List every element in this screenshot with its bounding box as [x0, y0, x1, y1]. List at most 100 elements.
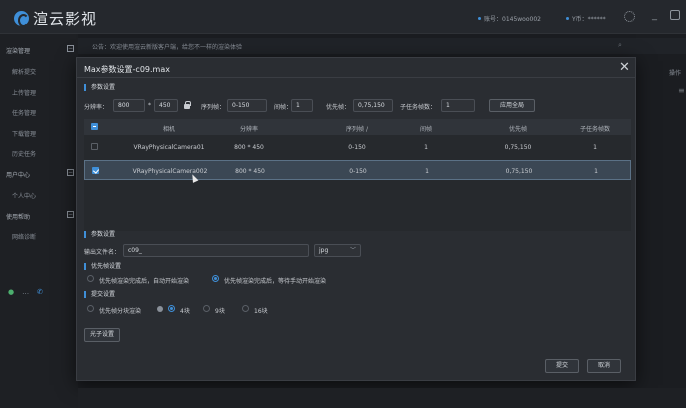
cell-priority: 0,75,150: [505, 168, 533, 175]
frame-range-label: 序列帧：: [201, 104, 226, 111]
app-logo: 渲云影视: [14, 8, 97, 29]
more-icon[interactable]: …: [22, 288, 29, 296]
sidebar-group-user[interactable]: 用户中心: [6, 170, 30, 179]
collapse-icon[interactable]: −: [67, 169, 74, 176]
subtask-label: 子任务帧数：: [400, 104, 437, 111]
block-9-label: 9块: [215, 308, 225, 315]
logo-text: 渲云影视: [33, 10, 98, 28]
dialog-title: Max参数设置-c09.max: [84, 65, 170, 74]
priority-auto-label: 优先帧渲染完成后，自动开始渲染: [99, 278, 190, 285]
col-subtask: 子任务帧数: [579, 126, 610, 133]
col-camera: 相机: [162, 126, 175, 133]
sidebar-item-network[interactable]: 网络诊断: [12, 232, 36, 241]
priority-input[interactable]: 0,75,150: [353, 99, 393, 112]
balance-info: Y币：******: [566, 14, 606, 23]
cell-camera: VRayPhysicalCamera002: [132, 168, 208, 175]
sidebar-item-profile[interactable]: 个人中心: [12, 191, 36, 200]
collapse-icon[interactable]: −: [67, 211, 74, 218]
format-select[interactable]: jpg ﹀: [314, 244, 361, 257]
gear-icon[interactable]: [624, 11, 635, 22]
sidebar-group-render[interactable]: 渲染管理: [6, 46, 30, 55]
cell-interval: 1: [425, 168, 429, 175]
account-info: 账号：0145woo002: [478, 14, 541, 23]
bottom-strip: [78, 388, 686, 408]
interval-input[interactable]: 1: [291, 99, 313, 112]
sidebar-item-parse[interactable]: 解析提交: [12, 67, 36, 76]
section-params: 参数设置: [84, 84, 115, 91]
operation-label: 操作: [669, 70, 682, 77]
output-name-input[interactable]: c09_: [123, 244, 309, 257]
lock-icon[interactable]: [184, 101, 191, 109]
subtask-input[interactable]: 1: [441, 99, 475, 112]
sidebar-item-tasks[interactable]: 任务管理: [12, 108, 36, 117]
sidebar-item-download[interactable]: 下载管理: [12, 129, 36, 138]
sidebar-item-history[interactable]: 历史任务: [12, 149, 36, 158]
camera-table: 相机 分辨率 序列帧 / 间帧 优先帧 子任务帧数 VRayPhysicalCa…: [84, 119, 631, 231]
sidebar: 渲染管理 − 解析提交 上传管理 任务管理 下载管理 历史任务 用户中心 − 个…: [0, 34, 78, 408]
cell-subtask: 1: [593, 144, 597, 151]
priority-auto-radio[interactable]: [87, 275, 94, 282]
sidebar-contact-icons: ● … ✆: [8, 288, 43, 296]
account-label: 账号：0145woo002: [484, 16, 541, 23]
col-frames[interactable]: 序列帧 /: [322, 124, 392, 133]
cell-priority: 0,75,150: [504, 144, 532, 151]
times-sign: *: [148, 102, 151, 109]
phone-icon[interactable]: ✆: [37, 288, 43, 296]
cell-frames: 0-150: [348, 144, 366, 151]
output-name-label: 输出文件名：: [84, 249, 121, 256]
cell-camera: VRayPhysicalCamera01: [133, 144, 205, 151]
section-priority: 优先帧设置: [84, 263, 121, 270]
minimize-icon[interactable]: _: [652, 10, 657, 21]
format-value: jpg: [319, 247, 329, 254]
chevron-down-icon: ﹀: [350, 247, 357, 254]
priority-label: 优先帧：: [326, 104, 351, 111]
row-checkbox[interactable]: [91, 143, 98, 150]
apply-all-button[interactable]: 应用全局: [489, 99, 535, 112]
cell-interval: 1: [424, 144, 428, 151]
col-resolution: 分辨率: [239, 126, 258, 133]
balance-label: Y币：******: [572, 16, 606, 23]
close-icon[interactable]: ✕: [619, 60, 630, 75]
height-input[interactable]: 450: [154, 99, 178, 112]
row-checkbox[interactable]: [92, 167, 99, 174]
search-icon[interactable]: ⌕: [618, 41, 622, 50]
title-bar: 渲云影视 账号：0145woo002 Y币：****** _: [0, 0, 686, 34]
block-9-radio[interactable]: [203, 305, 210, 312]
table-row[interactable]: VRayPhysicalCamera01 800 * 450 0-150 1 0…: [84, 137, 631, 157]
block-16-radio[interactable]: [242, 305, 249, 312]
width-input[interactable]: 800: [113, 99, 145, 112]
restore-icon[interactable]: [670, 10, 680, 20]
table-row[interactable]: VRayPhysicalCamera002 800 * 450 0-150 1 …: [84, 160, 631, 180]
photon-settings-button[interactable]: 光子设置: [84, 328, 120, 342]
interval-label: 间帧：: [274, 104, 293, 111]
submit-button[interactable]: 提交: [545, 359, 579, 373]
cell-resolution: 800 * 450: [235, 168, 265, 175]
cell-frames: 0-150: [349, 168, 367, 175]
account-dot-icon: [478, 17, 481, 20]
status-icon[interactable]: ●: [8, 288, 14, 296]
block-4-label: 4块: [180, 308, 190, 315]
section-submit: 提交设置: [84, 291, 115, 298]
collapse-icon[interactable]: −: [67, 45, 74, 52]
select-all-checkbox[interactable]: [91, 123, 98, 130]
logo-icon: [14, 11, 29, 27]
cell-subtask: 1: [594, 168, 598, 175]
dialog-divider: [77, 77, 635, 78]
sidebar-item-upload[interactable]: 上传管理: [12, 88, 36, 97]
priority-manual-label: 优先帧渲染完成后，等待手动开始渲染: [224, 278, 327, 285]
col-priority: 优先帧: [508, 126, 527, 133]
balance-dot-icon: [566, 17, 569, 20]
resolution-label: 分辨率：: [84, 104, 109, 111]
filter-icon[interactable]: ≡: [678, 86, 685, 95]
info-icon[interactable]: [157, 306, 163, 312]
sidebar-group-help[interactable]: 使用帮助: [6, 212, 30, 221]
block-4-radio[interactable]: [168, 305, 175, 312]
cancel-button[interactable]: 取消: [587, 359, 621, 373]
split-render-label: 优先帧分块渲染: [99, 308, 142, 315]
split-render-radio[interactable]: [87, 305, 94, 312]
notice-bar: 公告：欢迎使用渲云新版客户端，给您不一样的渲染体验 ⌕ 操作 ≡: [78, 38, 686, 95]
frame-range-input[interactable]: 0-150: [227, 99, 267, 112]
notice-text: 公告：欢迎使用渲云新版客户端，给您不一样的渲染体验: [92, 44, 243, 51]
priority-manual-radio[interactable]: [212, 275, 219, 282]
block-16-label: 16块: [254, 308, 268, 315]
